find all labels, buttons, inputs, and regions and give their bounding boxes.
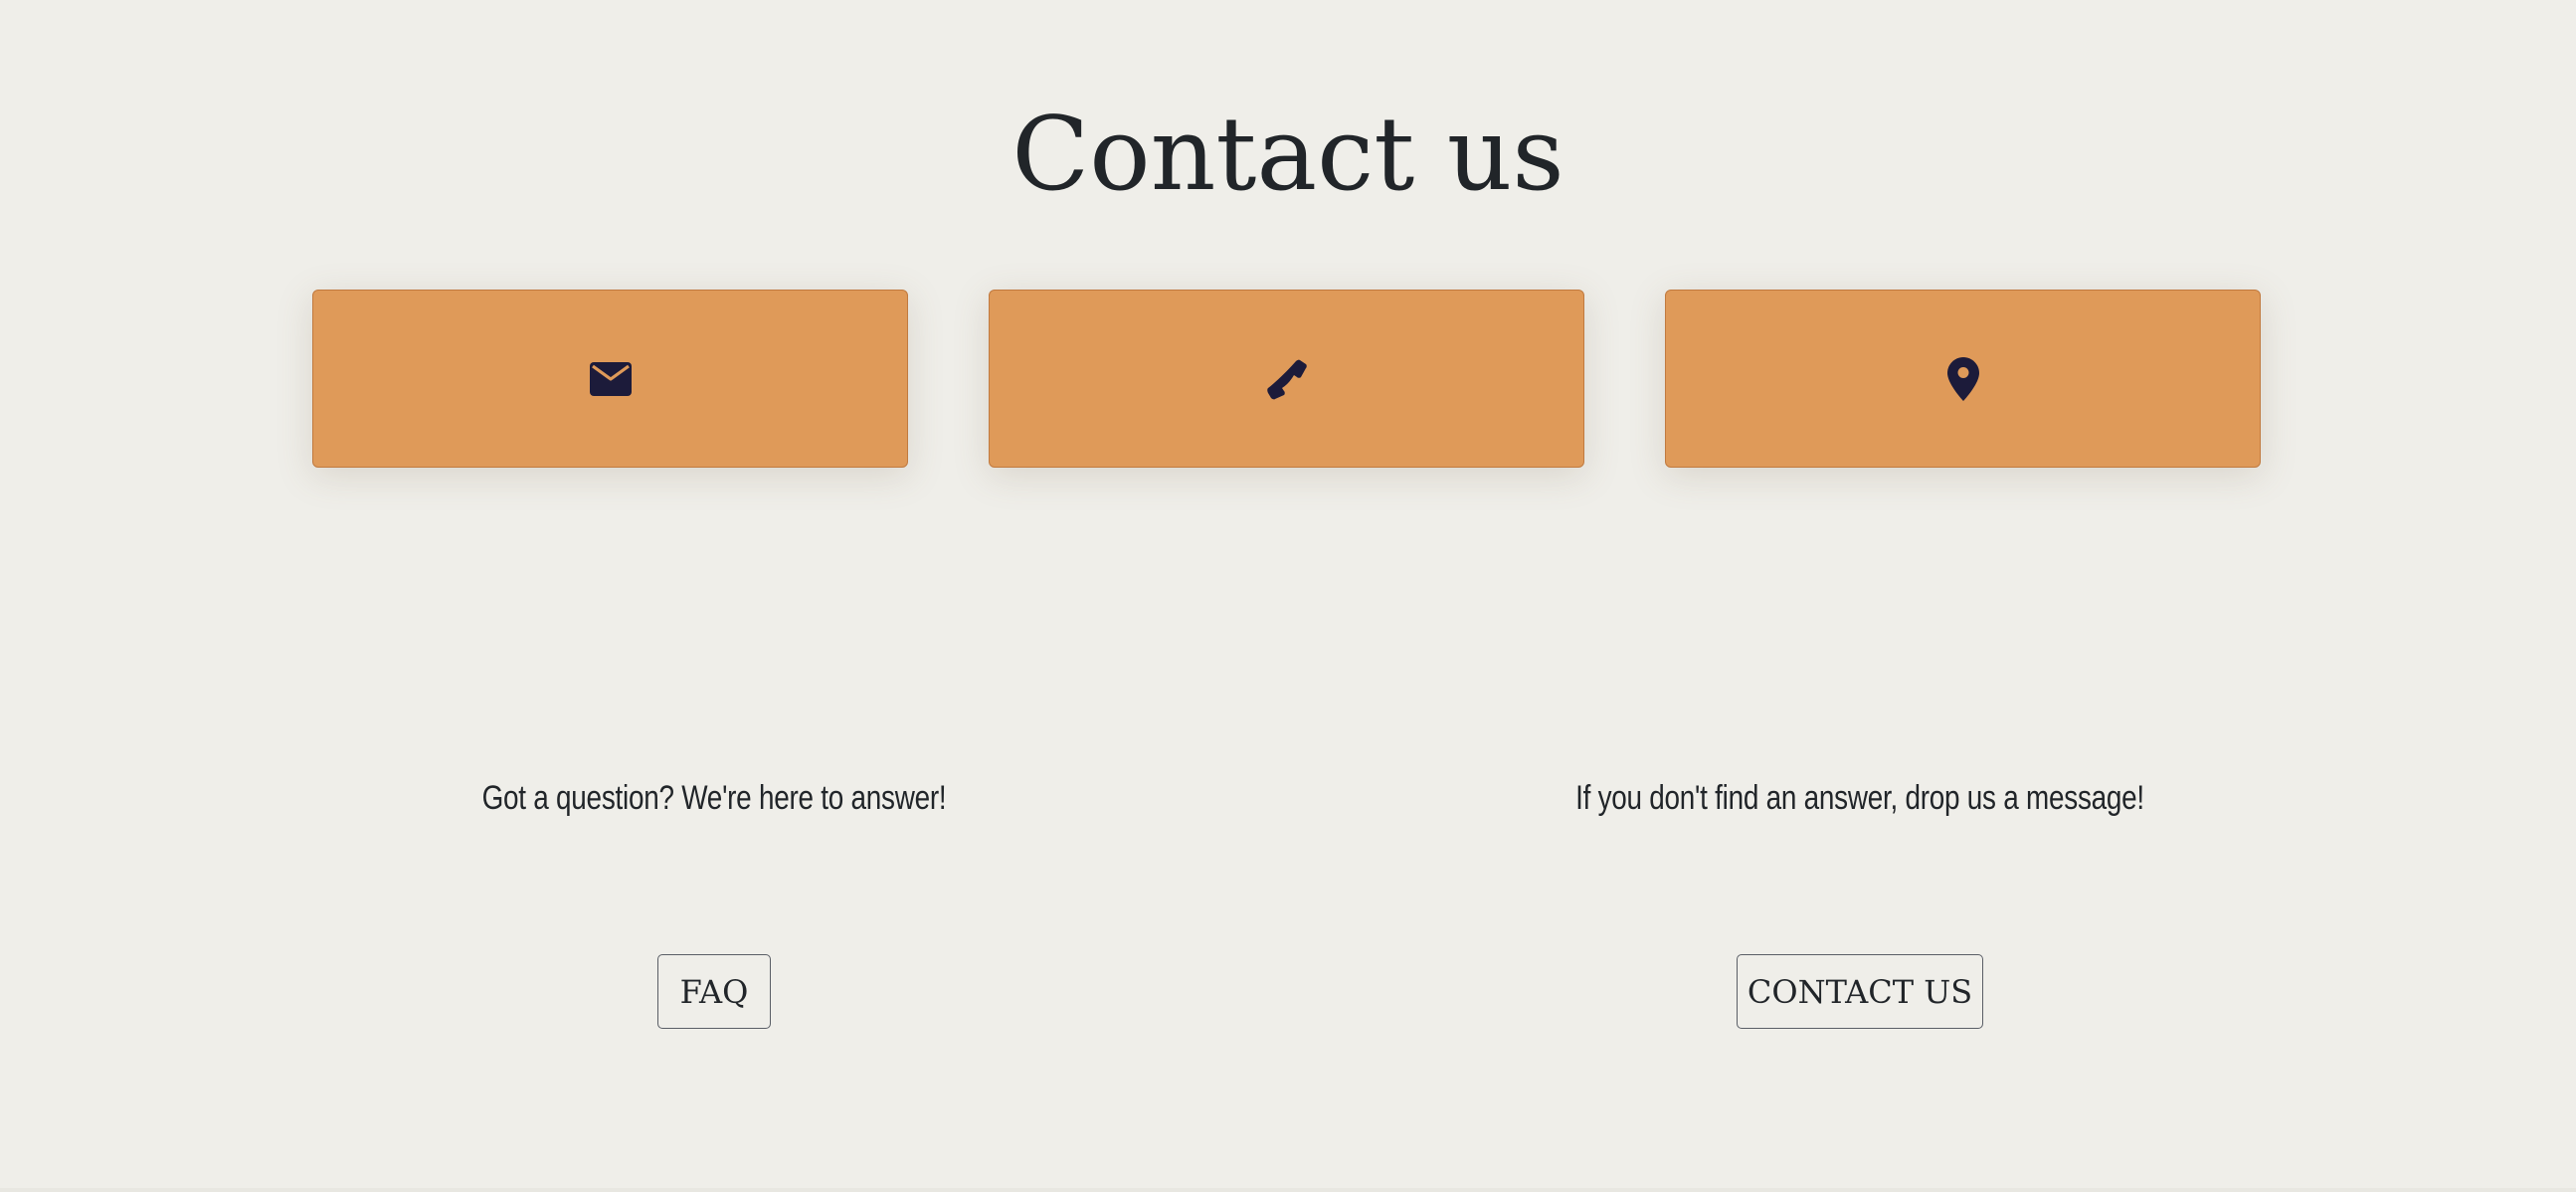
faq-button[interactable]: FAQ bbox=[657, 954, 771, 1029]
contact-text: If you don't find an answer, drop us a m… bbox=[1575, 779, 2144, 817]
envelope-icon bbox=[587, 355, 635, 403]
faq-text: Got a question? We're here to answer! bbox=[481, 779, 947, 817]
contact-page: Contact us Got a question? We're here to… bbox=[0, 0, 2576, 1192]
phone-icon bbox=[1263, 355, 1311, 403]
page-bottom-edge bbox=[0, 1188, 2576, 1192]
email-card[interactable] bbox=[312, 290, 908, 468]
map-marker-icon bbox=[1939, 355, 1987, 403]
contact-us-button[interactable]: CONTACT US bbox=[1737, 954, 1983, 1029]
page-title: Contact us bbox=[1012, 96, 1564, 214]
location-card[interactable] bbox=[1665, 290, 2261, 468]
phone-card[interactable] bbox=[989, 290, 1584, 468]
